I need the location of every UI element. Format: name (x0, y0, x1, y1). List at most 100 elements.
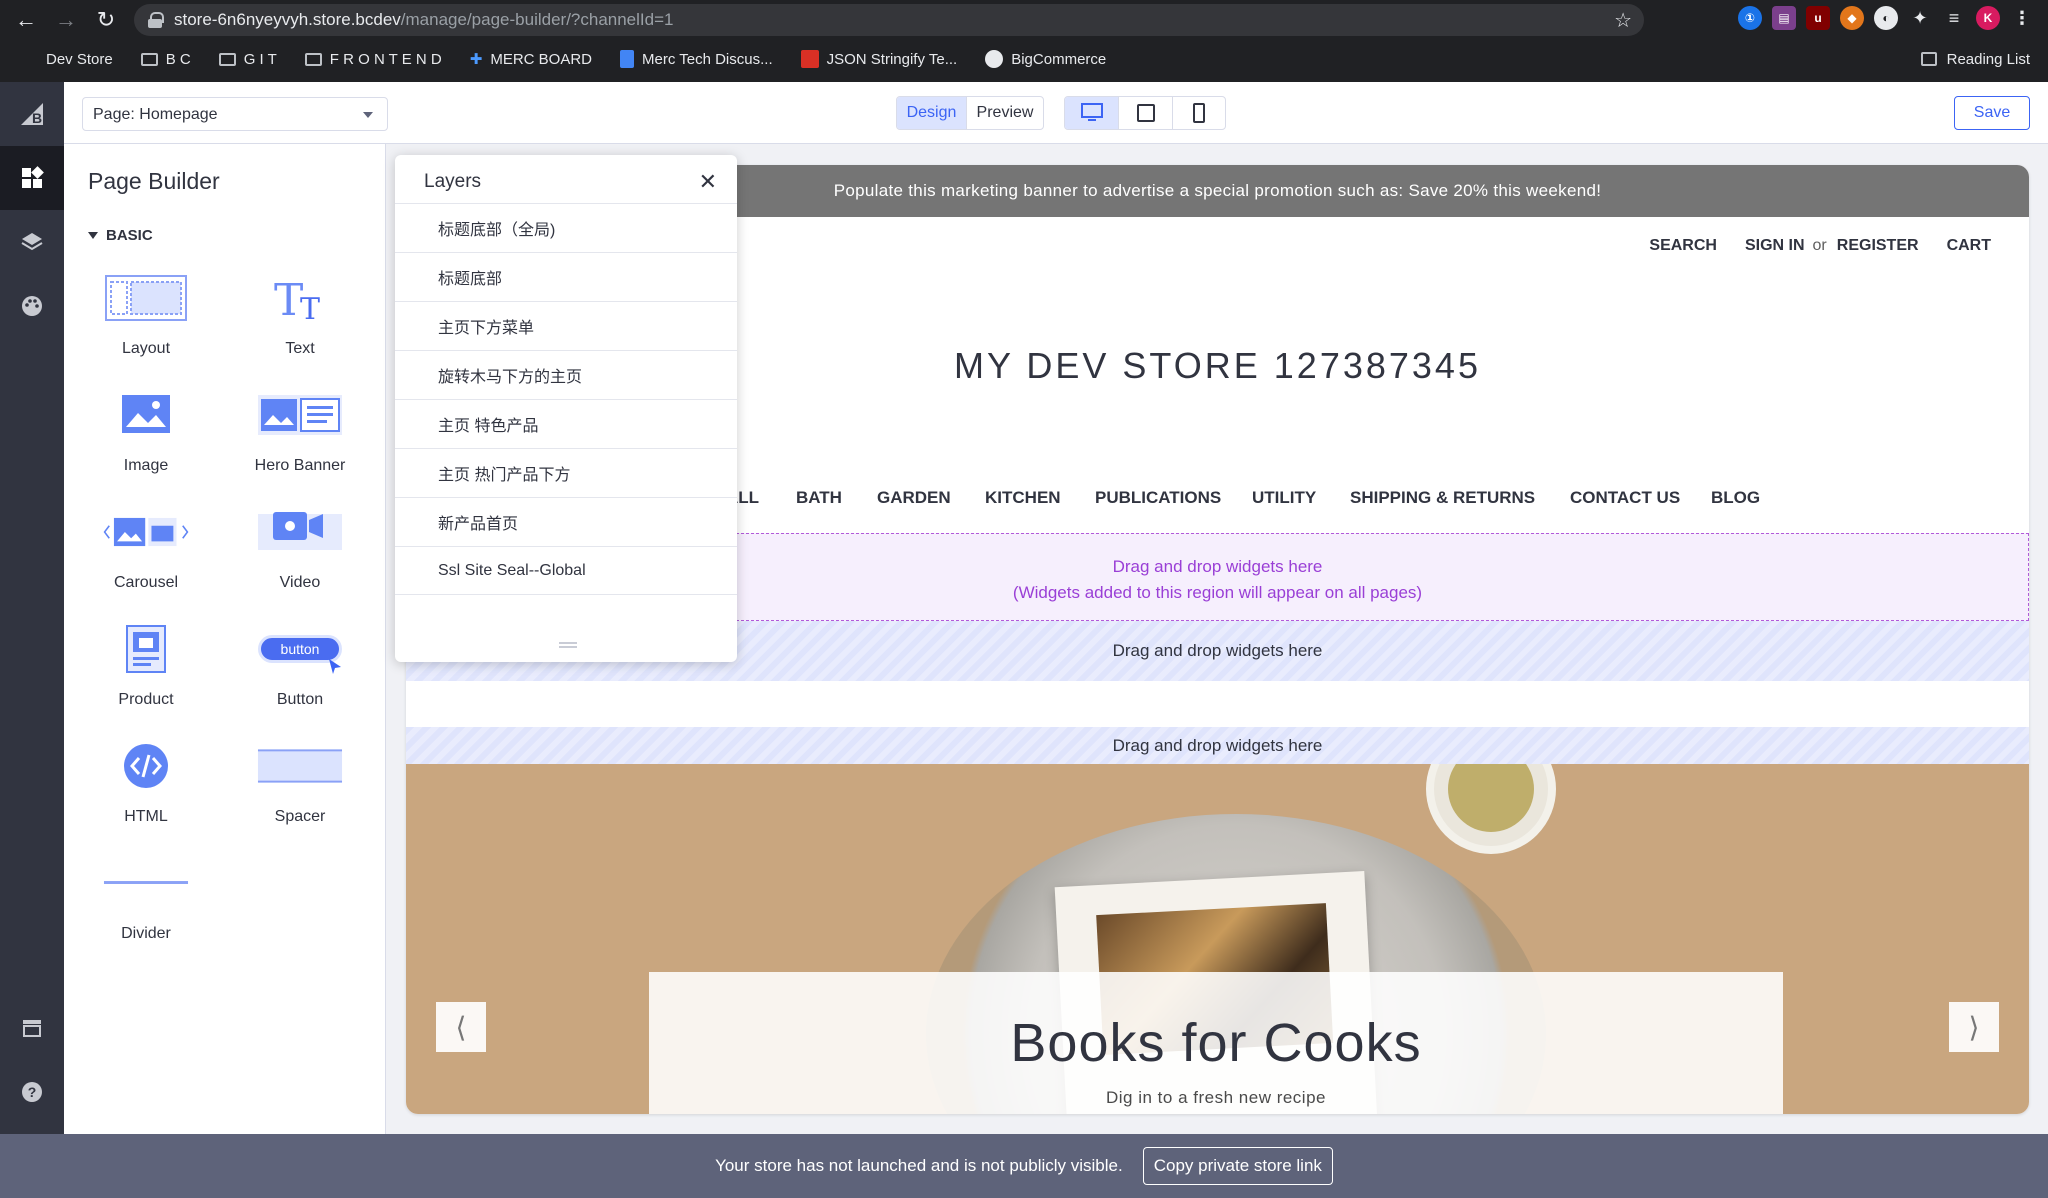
caret-down-icon (88, 232, 98, 239)
hero-subtitle: Dig in to a fresh new recipe (1106, 1088, 1326, 1107)
menu-item-kitchen[interactable]: KITCHEN (985, 488, 1061, 508)
carousel-next-button[interactable]: ⟩ (1949, 1002, 1999, 1052)
extension-purple-icon[interactable]: ▤ (1772, 6, 1796, 30)
carousel-icon (103, 504, 189, 560)
bookmark-label: Dev Store (46, 50, 113, 68)
bookmark-label: F R O N T E N D (329, 50, 442, 68)
bookmark-json-stringify[interactable]: JSON Stringify Te... (800, 50, 957, 68)
desktop-icon (1080, 103, 1103, 121)
storefront-icon[interactable] (0, 996, 64, 1060)
hero-cup-image (1426, 764, 1556, 854)
back-icon[interactable]: ← (6, 0, 46, 40)
reading-list-icon (1920, 52, 1937, 66)
layer-item[interactable]: Ssl Site Seal--Global (395, 546, 737, 595)
reload-icon[interactable]: ↻ (86, 0, 126, 40)
search-link[interactable]: SEARCH (1649, 237, 1717, 255)
widget-product[interactable]: Product (81, 621, 211, 721)
puzzle-icon[interactable]: ✦ (1908, 6, 1932, 30)
widget-text[interactable]: TT Text (235, 270, 365, 370)
ublock-icon[interactable]: u (1806, 6, 1830, 30)
page-builder-toolbar: Page: Homepage Design Preview Save (64, 82, 2048, 144)
metamask-icon[interactable]: ◆ (1840, 6, 1864, 30)
bookmark-folder-frontend[interactable]: F R O N T E N D (304, 50, 442, 68)
resize-grip-icon[interactable] (559, 642, 577, 648)
url-host: store-6n6nyeyvyh.store.bcdev (174, 10, 401, 29)
svg-text:T: T (274, 275, 303, 323)
cart-link[interactable]: CART (1947, 237, 1991, 255)
layer-item[interactable]: 标题底部 (395, 252, 737, 301)
section-label: BASIC (106, 227, 153, 244)
widget-button[interactable]: button Button (235, 621, 365, 721)
widget-image[interactable]: Image (81, 387, 211, 487)
bookmark-folder-bc[interactable]: B C (140, 51, 191, 68)
folder-icon (304, 52, 322, 66)
layer-item[interactable]: 新产品首页 (395, 497, 737, 546)
widget-carousel[interactable]: Carousel (81, 504, 211, 604)
widget-spacer[interactable]: Spacer (235, 738, 365, 838)
desktop-view-button[interactable] (1065, 97, 1119, 129)
widget-label: Carousel (113, 574, 179, 591)
menu-item-publications[interactable]: PUBLICATIONS (1095, 488, 1221, 508)
layer-item[interactable]: 标题底部（全局) (395, 203, 737, 252)
layers-icon[interactable] (0, 210, 64, 274)
menu-item-contact-us[interactable]: CONTACT US (1570, 488, 1680, 508)
bookmark-folder-git[interactable]: G I T (218, 51, 277, 68)
tablet-view-button[interactable] (1119, 97, 1173, 129)
mode-toggle: Design Preview (896, 96, 1044, 130)
sign-in-link[interactable]: SIGN IN (1745, 237, 1805, 255)
widget-html[interactable]: HTML (81, 738, 211, 838)
layer-item[interactable]: 旋转木马下方的主页 (395, 350, 737, 399)
help-icon[interactable]: ? (0, 1060, 64, 1124)
register-link[interactable]: REGISTER (1837, 237, 1919, 255)
bookmark-label: BigCommerce (1011, 50, 1107, 68)
spacer-icon (257, 738, 343, 794)
basic-section-toggle[interactable]: BASIC (88, 227, 153, 244)
close-icon[interactable]: ✕ (699, 169, 717, 195)
layer-item[interactable]: 主页 特色产品 (395, 399, 737, 448)
launch-notice: Your store has not launched and is not p… (715, 1156, 1123, 1175)
hero-title: Books for Cooks (1010, 1013, 1422, 1073)
bookmark-merc-board[interactable]: ✚ MERC BOARD (470, 50, 592, 69)
widget-video[interactable]: Video (235, 504, 365, 604)
layer-item[interactable]: 主页 热门产品下方 (395, 448, 737, 497)
save-button[interactable]: Save (1954, 96, 2030, 130)
carousel-prev-button[interactable]: ⟨ (436, 1002, 486, 1052)
widgets-icon[interactable] (0, 146, 64, 210)
extension-circle-icon[interactable]: ◐ (1874, 6, 1898, 30)
reading-list-button[interactable]: Reading List (1920, 44, 2030, 74)
image-icon (103, 387, 189, 443)
wrench-icon (800, 50, 819, 68)
bookmark-bigcommerce[interactable]: BigCommerce (985, 50, 1106, 68)
browser-toolbar: ← → ↻ store-6n6nyeyvyh.store.bcdev/manag… (0, 0, 2048, 40)
bigcommerce-logo-icon[interactable]: B (0, 82, 64, 146)
menu-item-bath[interactable]: BATH (796, 488, 842, 508)
widget-layout[interactable]: Layout (81, 270, 211, 370)
widget-region[interactable]: Drag and drop widgets here (406, 727, 2029, 764)
menu-kebab-icon[interactable]: ⋮ (2010, 6, 2034, 30)
address-bar[interactable]: store-6n6nyeyvyh.store.bcdev/manage/page… (134, 4, 1644, 36)
menu-item-garden[interactable]: GARDEN (877, 488, 951, 508)
bookmark-merc-tech[interactable]: Merc Tech Discus... (620, 50, 773, 68)
layer-item[interactable]: 主页下方菜单 (395, 301, 737, 350)
forward-icon[interactable]: → (46, 0, 86, 40)
widget-label: Image (123, 457, 169, 474)
menu-item-utility[interactable]: UTILITY (1252, 488, 1316, 508)
mobile-view-button[interactable] (1173, 97, 1225, 129)
profile-avatar[interactable]: K (1976, 6, 2000, 30)
widget-hero-banner[interactable]: Hero Banner (235, 387, 365, 487)
menu-item-blog[interactable]: BLOG (1711, 488, 1760, 508)
theme-palette-icon[interactable] (0, 274, 64, 338)
preview-tab[interactable]: Preview (967, 97, 1043, 129)
page-select[interactable]: Page: Homepage (82, 97, 388, 131)
bookmark-star-icon[interactable]: ☆ (1614, 8, 1632, 33)
mobile-icon (1193, 103, 1205, 123)
bookmark-dev-store[interactable]: Dev Store (46, 51, 113, 68)
media-queue-icon[interactable]: ≡ (1942, 6, 1966, 30)
store-status-bar: Your store has not launched and is not p… (0, 1134, 2048, 1198)
copy-private-link-button[interactable]: Copy private store link (1142, 1147, 1333, 1185)
tablet-icon (1136, 104, 1155, 122)
menu-item-shipping-returns[interactable]: SHIPPING & RETURNS (1350, 488, 1535, 508)
widget-divider[interactable]: Divider (81, 855, 211, 955)
password-manager-icon[interactable]: ① (1738, 6, 1762, 30)
design-tab[interactable]: Design (897, 97, 967, 129)
